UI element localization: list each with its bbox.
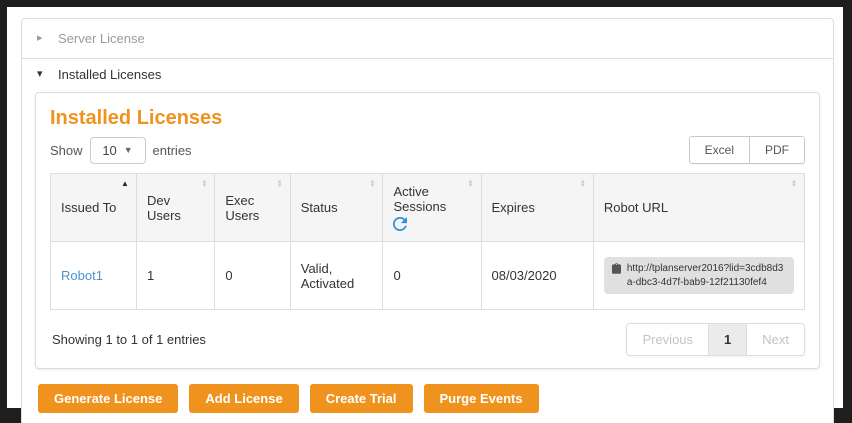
refresh-icon[interactable] [393,217,407,231]
issued-to-cell: Robot1 [51,242,137,310]
column-header-active-sessions[interactable]: Active Sessions ▲▼ [383,174,481,242]
panel-title: Installed Licenses [50,107,805,130]
entries-label: entries [153,143,192,158]
export-button-group: Excel PDF [689,136,805,164]
table-controls: Show 10 ▼ entries Excel PDF [50,136,805,164]
page-length-select[interactable]: 10 ▼ [90,137,146,164]
show-label: Show [50,143,83,158]
section-label: Installed Licenses [58,67,161,82]
pdf-button[interactable]: PDF [749,137,804,163]
window-frame: ▸ Server License ▾ Installed Licenses In… [0,0,852,423]
sort-icon: ▲▼ [468,180,474,188]
purge-events-button[interactable]: Purge Events [424,384,539,413]
column-header-robot-url[interactable]: Robot URL ▲▼ [593,174,804,242]
pagination: Previous 1 Next [626,323,805,356]
column-label: Robot URL [604,200,668,215]
status-cell: Valid, Activated [290,242,383,310]
column-header-exec-users[interactable]: Exec Users ▲▼ [215,174,290,242]
expires-cell: 08/03/2020 [481,242,593,310]
previous-page-button[interactable]: Previous [627,324,708,355]
license-actions: Generate License Add License Create Tria… [38,384,820,413]
page: ▸ Server License ▾ Installed Licenses In… [7,7,843,408]
create-trial-button[interactable]: Create Trial [310,384,413,413]
sort-icon: ▲▼ [370,180,376,188]
column-header-expires[interactable]: Expires ▲▼ [481,174,593,242]
section-label: Server License [58,31,145,46]
robot-link[interactable]: Robot1 [61,268,103,283]
sort-icon: ▲▼ [791,180,797,188]
column-header-issued-to[interactable]: Issued To ▲ [51,174,137,242]
page-length-value: 10 [102,143,116,158]
column-header-status[interactable]: Status ▲▼ [290,174,383,242]
section-installed-licenses[interactable]: ▾ Installed Licenses [22,58,833,92]
installed-licenses-table: Issued To ▲ Dev Users ▲▼ Exec Users ▲▼ [50,173,805,310]
installed-licenses-card: Installed Licenses Show 10 ▼ entries Exc… [35,92,820,369]
entries-summary: Showing 1 to 1 of 1 entries [50,332,206,347]
add-license-button[interactable]: Add License [189,384,298,413]
chevron-down-icon: ▾ [37,69,47,80]
column-label: Expires [492,200,535,215]
robot-url-badge[interactable]: http://tplanserver2016?lid=3cdb8d3a-dbc3… [604,257,794,294]
sort-icon: ▲▼ [201,180,207,188]
column-header-dev-users[interactable]: Dev Users ▲▼ [136,174,214,242]
dev-users-cell: 1 [136,242,214,310]
table-footer: Showing 1 to 1 of 1 entries Previous 1 N… [50,323,805,356]
license-accordion: ▸ Server License ▾ Installed Licenses In… [21,18,834,423]
sort-icon: ▲▼ [277,180,283,188]
column-label: Status [301,200,338,215]
page-length-control: Show 10 ▼ entries [50,137,192,164]
robot-url-cell: http://tplanserver2016?lid=3cdb8d3a-dbc3… [593,242,804,310]
table-row: Robot1 1 0 Valid, Activated 0 08/03/2020… [51,242,805,310]
section-server-license[interactable]: ▸ Server License [22,19,833,58]
column-label: Exec Users [225,193,259,223]
excel-button[interactable]: Excel [690,137,749,163]
generate-license-button[interactable]: Generate License [38,384,178,413]
table-header-row: Issued To ▲ Dev Users ▲▼ Exec Users ▲▼ [51,174,805,242]
column-label: Active Sessions [393,184,462,214]
page-number-button[interactable]: 1 [708,324,747,355]
installed-licenses-body: Installed Licenses Show 10 ▼ entries Exc… [22,92,833,423]
exec-users-cell: 0 [215,242,290,310]
next-page-button[interactable]: Next [747,324,804,355]
clipboard-icon [612,263,621,274]
chevron-right-icon: ▸ [37,33,47,44]
column-label: Dev Users [147,193,181,223]
sort-ascending-icon: ▲ [121,180,129,188]
column-label: Issued To [61,200,116,215]
robot-url-text: http://tplanserver2016?lid=3cdb8d3a-dbc3… [627,262,786,289]
sort-icon: ▲▼ [580,180,586,188]
chevron-down-icon: ▼ [124,145,133,155]
active-sessions-cell: 0 [383,242,481,310]
